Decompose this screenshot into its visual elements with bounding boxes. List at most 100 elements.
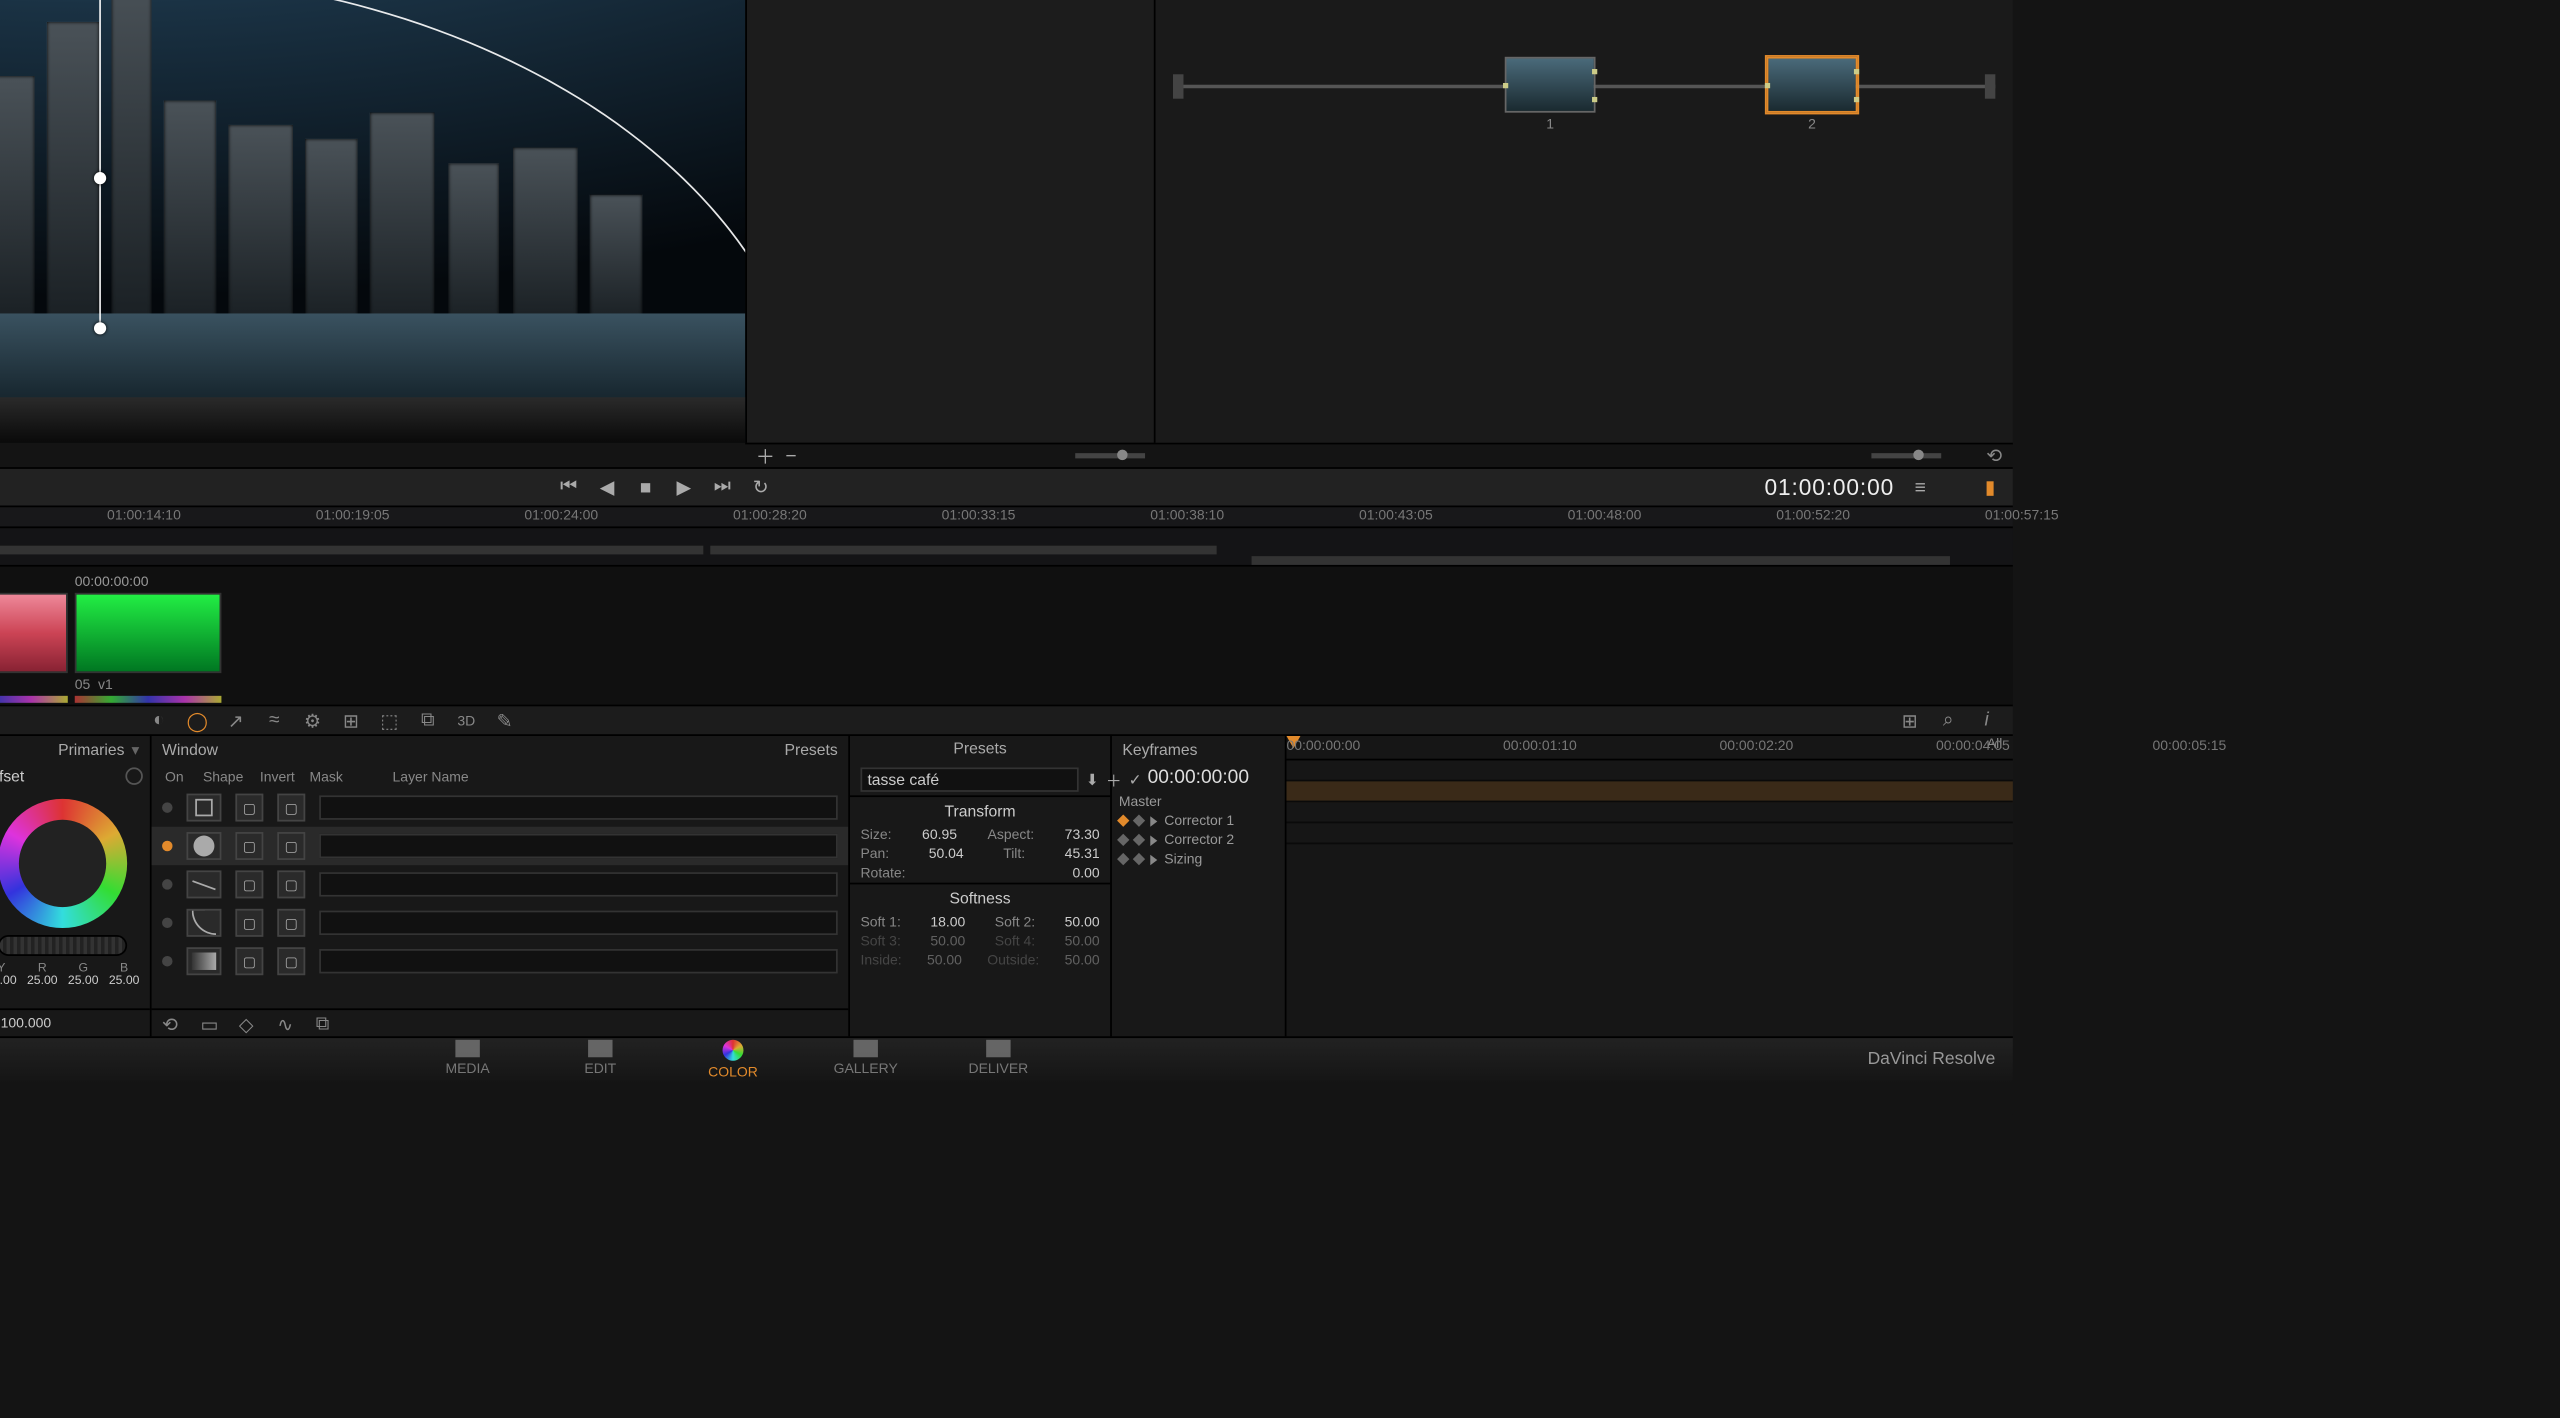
color-toolbar: ▦ ◉ ≡ ∿ ↻ ◐ ◯ ↗ ≈ ⚙ ⊞ ⬚ ⧉ 3D ✎ ⊞ ⌕ i [0,705,2013,736]
invert-toggle[interactable]: ▢ [235,909,263,937]
kf-item-sizing[interactable]: Sizing [1112,849,1285,868]
win-reset-icon[interactable]: ⟲ [162,1013,183,1034]
layer-name-input[interactable] [319,911,838,935]
node-1[interactable]: 1 [1505,57,1596,113]
page-deliver[interactable]: DELIVER [958,1040,1038,1080]
wheels-mode[interactable]: Primaries [58,741,124,758]
ruler-tick: 01:00:14:10 [107,507,181,523]
sizing-icon[interactable]: ⊞ [339,708,363,732]
timeline-ruler[interactable]: 01:00:00:0001:00:04:2001:00:09:1501:00:1… [0,506,2013,527]
kf-track-corrector2[interactable] [1286,802,2012,823]
timeline-tracks[interactable]: V3 V2 V1 [0,526,2013,564]
loop-icon[interactable]: ↻ [749,475,773,499]
pan-value[interactable]: 50.04 [929,846,964,862]
aspect-value[interactable]: 73.30 [1065,827,1100,843]
wheel-control[interactable] [0,799,127,928]
kf-track-corrector1[interactable] [1286,781,2012,802]
kf-item-corrector-1[interactable]: Corrector 1 [1112,811,1285,830]
lummix-value[interactable]: 100.000 [1,1015,51,1031]
tilt-value[interactable]: 45.31 [1065,846,1100,862]
clip-v2-1[interactable] [0,546,703,555]
slate-icon[interactable]: ▮ [1978,475,2002,499]
col-shape: Shape [200,768,245,784]
soft1-value[interactable]: 18.00 [930,914,965,930]
viewer[interactable] [0,0,745,443]
window-icon[interactable]: ◯ [185,708,209,732]
mask-toggle[interactable]: ▢ [277,870,305,898]
invert-toggle[interactable]: ▢ [235,870,263,898]
kf-ruler-tick: 00:00:04:05 [1936,738,2010,754]
presets-label[interactable]: Presets [784,741,837,758]
layer-name-input[interactable] [319,795,838,819]
mask-toggle[interactable]: ▢ [277,832,305,860]
window-panel: Window Presets On Shape Invert Mask Laye… [152,736,850,1036]
ruler-tick: 01:00:48:00 [1568,507,1642,523]
win-poly-icon[interactable]: ◇ [239,1013,260,1034]
tilt-label: Tilt: [1003,846,1025,862]
clip-v2-2[interactable] [710,546,1216,555]
clip-v1-2[interactable] [1252,556,1950,565]
kf-item-master[interactable]: Master [1112,792,1285,811]
stop-icon[interactable]: ■ [633,475,657,499]
timecode-menu-icon[interactable]: ≡ [1908,475,1932,499]
rotate-value[interactable]: 0.00 [1072,865,1099,881]
brush-icon[interactable]: ✎ [492,708,516,732]
mask-toggle[interactable]: ▢ [277,909,305,937]
3d-icon[interactable]: 3D [454,708,478,732]
data-burn-icon[interactable]: ⧉ [416,708,440,732]
window-row-circle[interactable]: ▢▢ [152,827,849,865]
page-bar: ⌂ ⚙ XML Première Pro CC MEDIAEDITCOLORGA… [0,1036,2013,1081]
mask-toggle[interactable]: ▢ [277,947,305,975]
reset-icon[interactable] [125,767,142,784]
window-row-curve[interactable]: ▢▢ [152,904,849,942]
kf-track-master[interactable] [1286,760,2012,781]
gallery-remove-icon[interactable]: − [785,445,796,466]
grid-icon[interactable]: ⊞ [1898,708,1922,732]
win-curve-icon[interactable]: ∿ [277,1013,298,1034]
node-2[interactable]: 2 [1767,57,1858,113]
inside-value: 50.00 [927,952,962,968]
soft3-value: 50.00 [930,933,965,949]
prev-frame-icon[interactable]: ◀ [595,475,619,499]
jog-control[interactable] [0,935,127,956]
invert-toggle[interactable]: ▢ [235,794,263,822]
page-gallery[interactable]: GALLERY [826,1040,906,1080]
key-icon[interactable]: ⚙ [300,708,324,732]
clip-thumb-05[interactable]: 00:00:00:0005 v1 [75,574,222,705]
layer-name-input[interactable] [319,834,838,858]
blur-icon[interactable]: ≈ [262,708,286,732]
mask-toggle[interactable]: ▢ [277,794,305,822]
win-rect-icon[interactable]: ▭ [200,1013,221,1034]
qualifier-icon[interactable]: ◐ [147,708,171,732]
window-row-gradient[interactable]: ▢▢ [152,942,849,980]
invert-toggle[interactable]: ▢ [235,947,263,975]
size-value[interactable]: 60.95 [922,827,957,843]
page-icon [853,1040,877,1057]
next-frame-icon[interactable]: ⏭ [710,475,734,499]
preset-save-icon[interactable]: ⬇ [1086,770,1099,789]
kf-item-corrector-2[interactable]: Corrector 2 [1112,830,1285,849]
layer-name-input[interactable] [319,949,838,973]
win-copy-icon[interactable]: ⧉ [316,1013,337,1034]
zoom-icon[interactable]: ⌕ [1936,708,1960,732]
tracker-icon[interactable]: ↗ [224,708,248,732]
info-icon[interactable]: i [1974,708,1998,732]
page-color[interactable]: COLOR [693,1040,773,1080]
first-frame-icon[interactable]: ⏮ [556,475,580,499]
invert-toggle[interactable]: ▢ [235,832,263,860]
kf-track-sizing[interactable] [1286,823,2012,844]
nodes-reset-icon[interactable]: ⟲ [1986,444,2002,467]
window-row-rect[interactable]: ▢▢ [152,788,849,826]
stereo-icon[interactable]: ⬚ [377,708,401,732]
preset-name-input[interactable] [860,767,1078,791]
play-icon[interactable]: ▶ [672,475,696,499]
nodes-panel[interactable]: 1 2 [1156,0,2013,443]
wheel-offset[interactable]: OffsetY25.00R25.00G25.00B25.00 [0,764,150,1008]
page-edit[interactable]: EDIT [560,1040,640,1080]
wheels-mode-menu-icon[interactable]: ▾ [124,740,139,759]
clip-thumb-04[interactable]: 00:00:00:0004 v2 [0,574,68,705]
gallery-add-icon[interactable]: ＋ [756,442,775,470]
layer-name-input[interactable] [319,872,838,896]
window-row-line[interactable]: ▢▢ [152,865,849,903]
page-media[interactable]: MEDIA [427,1040,507,1080]
